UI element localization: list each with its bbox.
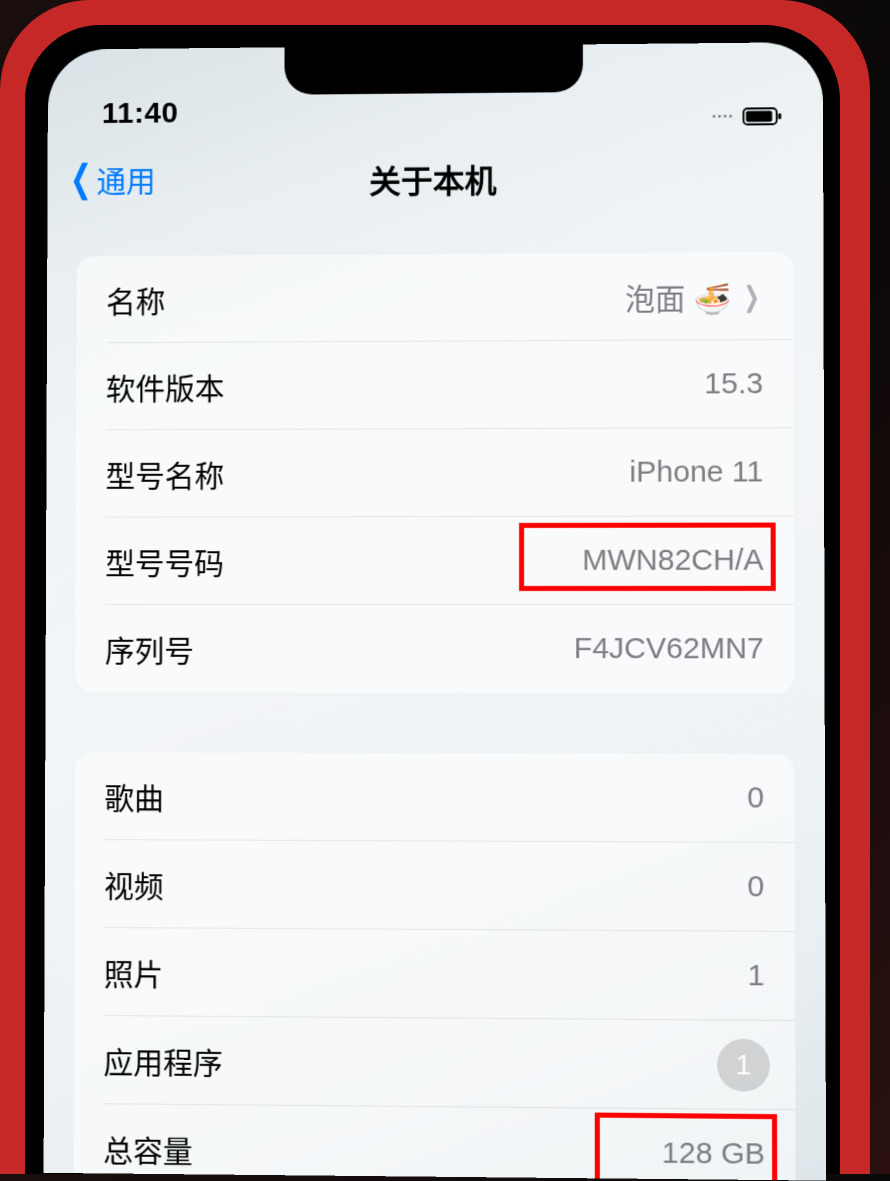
back-label: 通用	[96, 157, 155, 201]
row-serial-number[interactable]: 序列号 F4JCV62MN7	[75, 605, 794, 694]
phone-case: 11:40 •••• ❮ 通用	[0, 0, 870, 1174]
row-applications[interactable]: 应用程序 1	[74, 1016, 796, 1110]
back-button[interactable]: ❮ 通用	[65, 157, 156, 201]
row-label: 软件版本	[106, 364, 225, 408]
row-label: 名称	[106, 278, 165, 322]
screen: 11:40 •••• ❮ 通用	[44, 42, 826, 1181]
row-label: 型号号码	[105, 539, 224, 583]
content: 名称 泡面 🍜 ❯ 软件版本 15.3 型号名称 iPhone 11	[73, 242, 795, 1180]
status-right: ••••	[712, 107, 782, 126]
row-videos[interactable]: 视频 0	[74, 840, 795, 932]
row-value: 128 GB	[662, 1136, 765, 1171]
chevron-right-icon: ❯	[743, 280, 760, 313]
row-model-name[interactable]: 型号名称 iPhone 11	[76, 428, 794, 517]
row-value: MWN82CH/A	[582, 544, 763, 578]
status-time: 11:40	[102, 97, 179, 131]
row-total-capacity[interactable]: 总容量 128 GB	[73, 1104, 795, 1181]
row-label: 总容量	[103, 1126, 193, 1171]
row-value: iPhone 11	[629, 455, 763, 489]
page-title: 关于本机	[369, 156, 496, 203]
battery-icon	[742, 107, 782, 125]
phone-frame: 11:40 •••• ❮ 通用	[25, 25, 840, 1174]
row-label: 型号名称	[105, 452, 224, 496]
storage-info-group: 歌曲 0 视频 0 照片 1 应用程序 1	[73, 752, 796, 1180]
row-value: 0	[747, 870, 764, 904]
row-label: 歌曲	[104, 774, 164, 818]
row-label: 序列号	[105, 627, 194, 671]
row-value: 15.3	[704, 367, 763, 401]
device-info-group: 名称 泡面 🍜 ❯ 软件版本 15.3 型号名称 iPhone 11	[75, 252, 794, 694]
row-label: 照片	[104, 950, 164, 994]
signal-dots-icon: ••••	[712, 111, 734, 122]
row-photos[interactable]: 照片 1	[74, 928, 795, 1021]
row-value: 泡面 🍜 ❯	[625, 274, 763, 319]
row-value: 1	[748, 959, 765, 994]
notch	[284, 44, 582, 94]
row-model-number[interactable]: 型号号码 MWN82CH/A	[75, 517, 794, 606]
apps-count-badge: 1	[717, 1039, 770, 1092]
row-value: F4JCV62MN7	[574, 632, 764, 666]
nav-bar: ❮ 通用 关于本机	[47, 147, 823, 212]
row-songs[interactable]: 歌曲 0	[75, 752, 795, 843]
row-label: 应用程序	[103, 1038, 222, 1083]
row-name[interactable]: 名称 泡面 🍜 ❯	[76, 252, 793, 343]
row-value: 0	[747, 781, 764, 815]
row-software-version[interactable]: 软件版本 15.3	[76, 340, 793, 430]
row-label: 视频	[104, 862, 164, 906]
chevron-left-icon: ❮	[70, 161, 92, 199]
